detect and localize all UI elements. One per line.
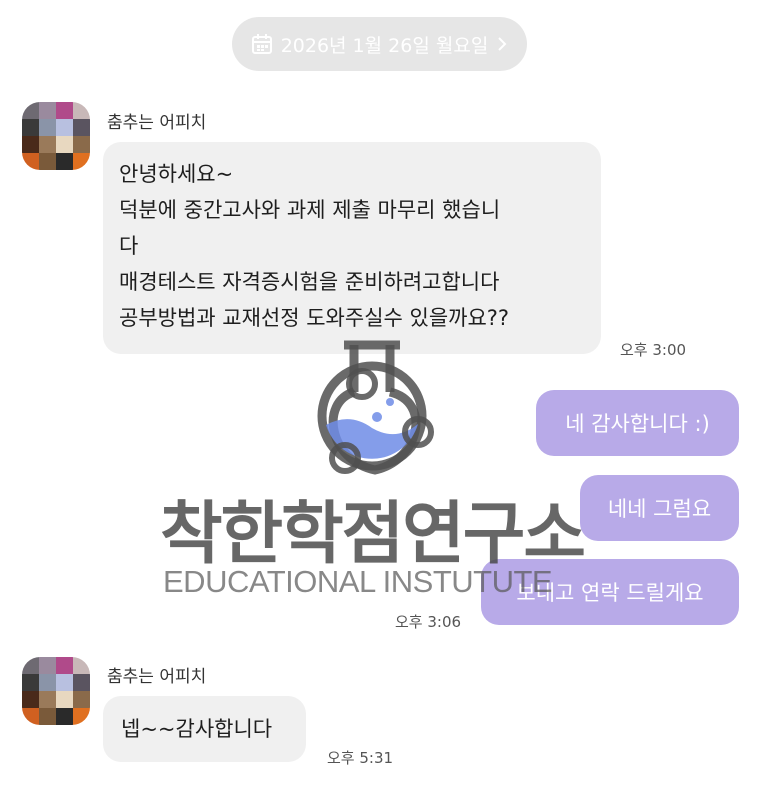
date-header-label: 2026년 1월 26일 월요일 — [280, 34, 489, 57]
sender-name: 춤추는 어피치 — [107, 667, 207, 687]
message-bubble-outgoing[interactable]: 네 감사합니다 :) — [536, 390, 739, 456]
message-line: 안녕하세요~ — [119, 162, 234, 186]
message-line: 다 — [119, 234, 139, 258]
watermark-title: 착한학점연구소 — [160, 495, 586, 574]
watermark-subtitle: EDUCATIONAL INSTUTUTE — [163, 564, 553, 599]
chevron-right-icon — [498, 37, 507, 51]
calendar-icon — [251, 34, 272, 54]
sender-name: 춤추는 어피치 — [107, 113, 207, 133]
message-timestamp: 오후 3:00 — [620, 341, 687, 359]
avatar[interactable] — [22, 102, 90, 170]
message-line: 덕분에 중간고사와 과제 제출 마무리 했습니 — [119, 198, 501, 222]
message-line: 매경테스트 자격증시험을 준비하려고합니다 — [119, 270, 500, 294]
message-timestamp: 오후 3:06 — [395, 613, 462, 631]
message-line: 공부방법과 교재선정 도와주실수 있을까요?? — [119, 306, 510, 330]
message-bubble-incoming[interactable]: 넵~~감사합니다 — [103, 696, 306, 762]
message-timestamp: 오후 5:31 — [327, 749, 394, 767]
message-bubble-incoming[interactable]: 안녕하세요~ 덕분에 중간고사와 과제 제출 마무리 했습니 다 매경테스트 자… — [103, 142, 601, 354]
avatar[interactable] — [22, 657, 90, 725]
date-header-pill[interactable]: 2026년 1월 26일 월요일 — [232, 17, 527, 71]
